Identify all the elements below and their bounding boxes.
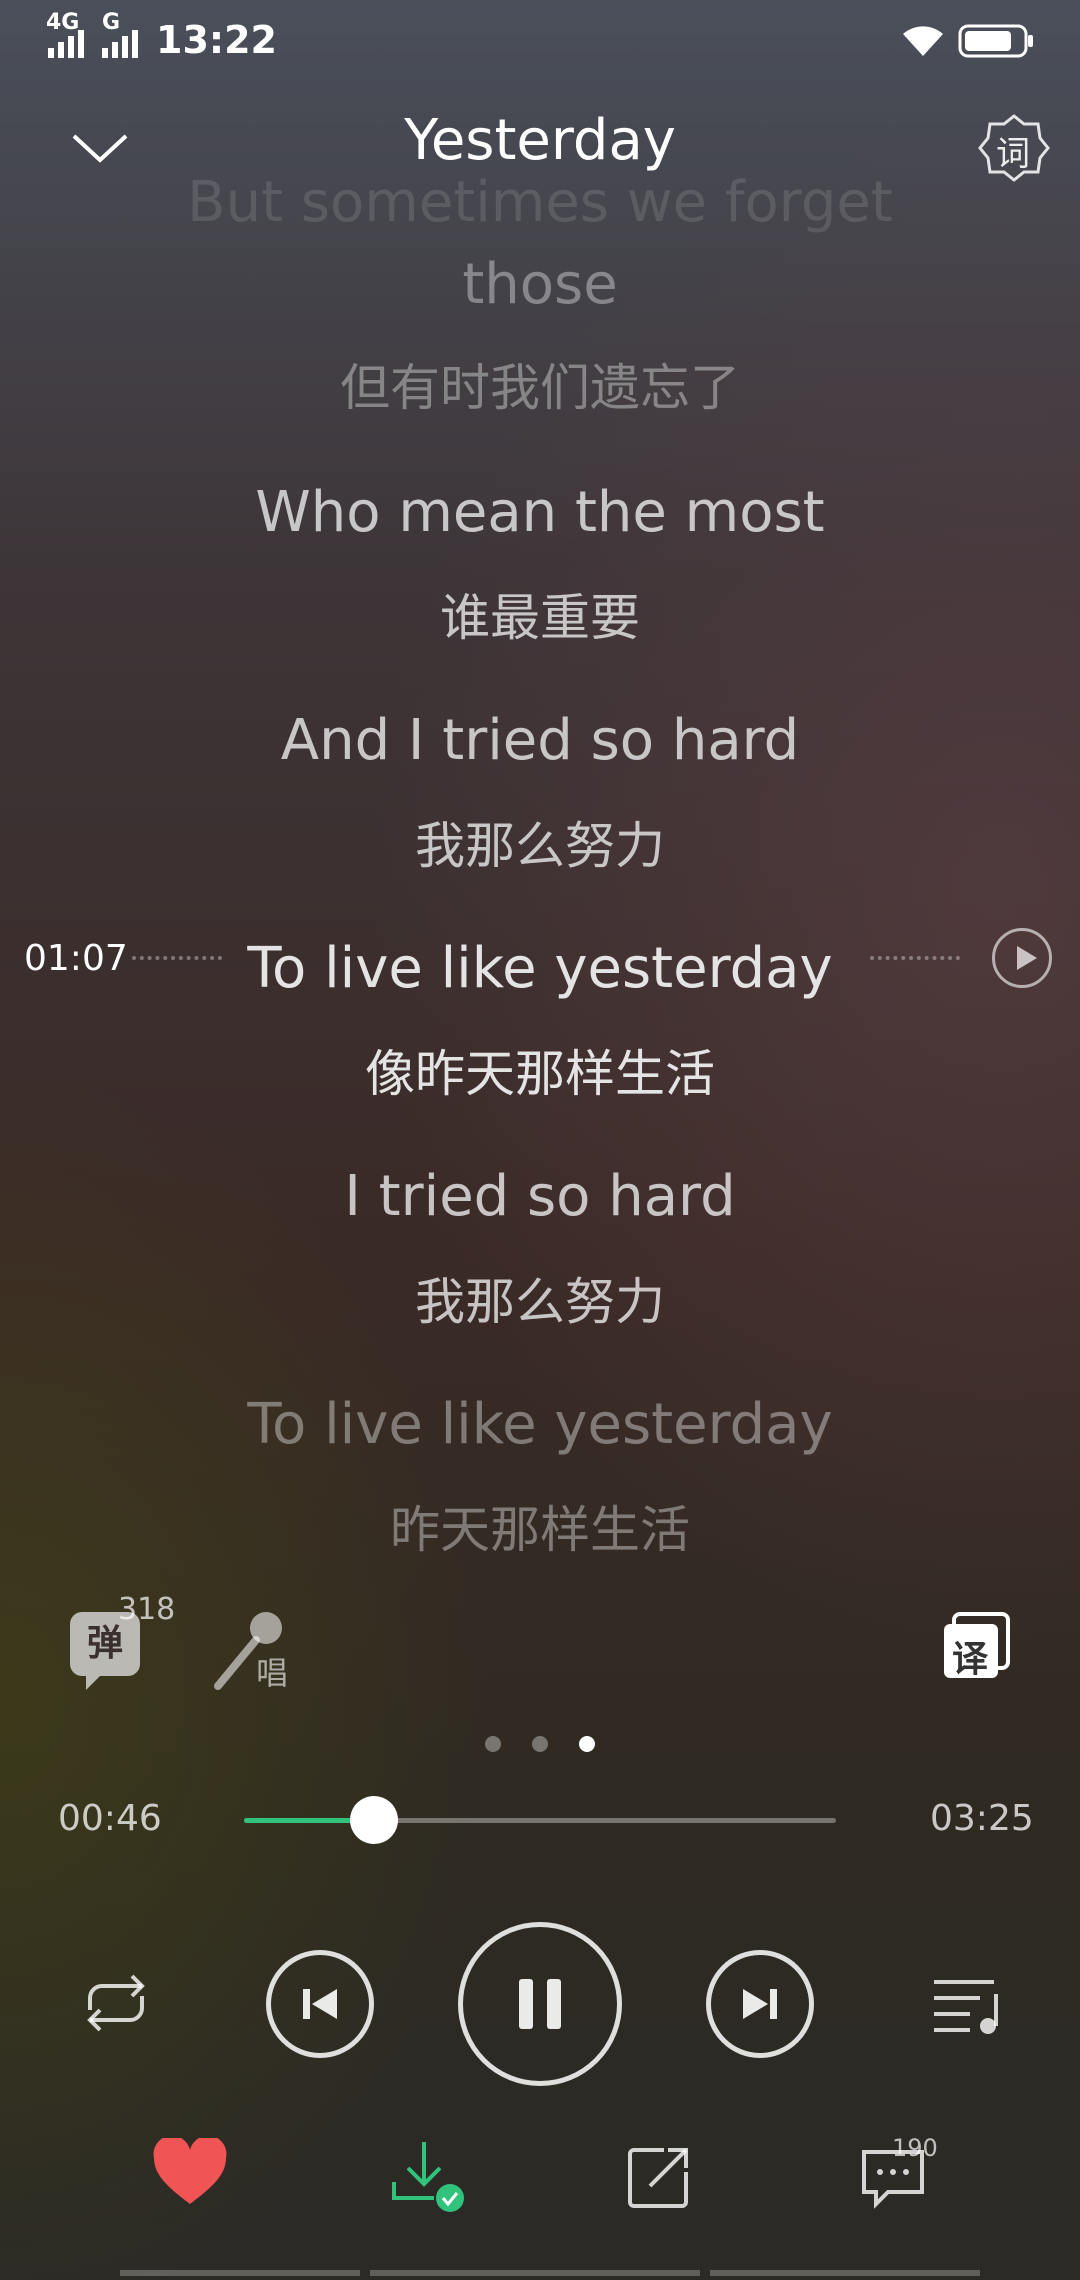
lyric-line: Who mean the most — [255, 480, 825, 545]
pause-icon — [519, 1979, 561, 2029]
translate-label: 译 — [952, 1639, 989, 1680]
pause-button[interactable] — [458, 1922, 622, 2086]
lyric-line: 我那么努力 — [415, 1273, 665, 1331]
next-button[interactable] — [706, 1950, 814, 2058]
page-dot[interactable] — [532, 1736, 548, 1752]
status-bar: 4G G 13:22 — [0, 0, 1080, 80]
lyric-line: 谁最重要 — [440, 589, 640, 647]
battery-icon — [958, 24, 1033, 58]
bottom-divider — [120, 2270, 980, 2276]
comment-count: 190 — [892, 2134, 938, 2162]
share-button[interactable] — [624, 2142, 694, 2212]
seek-play-button[interactable] — [992, 928, 1052, 988]
seek-guide-right — [870, 956, 960, 964]
signal-1-icon — [48, 30, 84, 58]
danmu-count: 318 — [118, 1592, 176, 1627]
song-title: Yesterday — [404, 108, 676, 173]
lyric-line: And I tried so hard — [280, 708, 800, 773]
lyric-line: 但有时我们遗忘了 — [340, 359, 740, 417]
lyric-line: 昨天那样生活 — [390, 1501, 690, 1559]
page-dot[interactable] — [484, 1736, 501, 1752]
signal-2-icon — [102, 30, 138, 58]
clock: 13:22 — [156, 18, 277, 62]
repeat-button[interactable] — [76, 1972, 156, 2034]
skip-previous-icon — [303, 1989, 337, 2019]
progress-bar[interactable] — [244, 1796, 836, 1844]
previous-button[interactable] — [266, 1950, 374, 2058]
total-time: 03:25 — [930, 1798, 1034, 1839]
seek-guide-left — [132, 956, 222, 964]
lyrics-area[interactable]: But sometimes we forget those 但有时我们遗忘了 W… — [0, 170, 1080, 1580]
skip-next-icon — [743, 1989, 777, 2019]
lyric-line: I tried so hard — [344, 1164, 736, 1229]
playlist-button[interactable] — [930, 1972, 1010, 2036]
share-icon — [628, 2148, 688, 2208]
playlist-icon — [934, 1980, 998, 2034]
lyric-line: 我那么努力 — [415, 817, 665, 875]
progress-thumb[interactable] — [350, 1796, 399, 1844]
translate-button[interactable]: 译 — [940, 1610, 1012, 1682]
lyric-line: But sometimes we forget — [187, 170, 893, 235]
download-icon — [392, 2142, 464, 2212]
repeat-icon — [87, 1974, 145, 2032]
lyric-line-current: 像昨天那样生活 — [365, 1045, 715, 1103]
wifi-icon — [903, 26, 943, 56]
page-indicator — [0, 1736, 1080, 1756]
download-button[interactable] — [390, 2138, 470, 2218]
seek-time: 01:07 — [24, 938, 128, 979]
lyric-line: those — [462, 252, 618, 317]
page-dot-active[interactable] — [579, 1736, 596, 1752]
current-time: 00:46 — [58, 1798, 162, 1839]
danmu-label: 弹 — [86, 1623, 123, 1664]
like-button[interactable] — [152, 2135, 228, 2208]
lyric-settings-label: 词 — [996, 134, 1030, 174]
lyric-line-current: To live like yesterday — [247, 936, 833, 1001]
sing-label: 唱 — [256, 1654, 289, 1692]
heart-icon — [153, 2135, 227, 2204]
lyric-line: To live like yesterday — [247, 1392, 833, 1457]
